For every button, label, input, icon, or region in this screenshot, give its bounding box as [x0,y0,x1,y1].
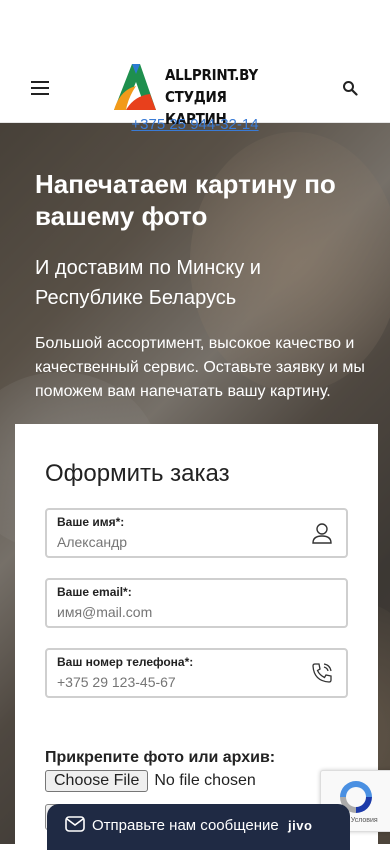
email-label: Ваше email*: [57,585,132,599]
logo-line-1: ALLPRINT.BY [165,66,258,84]
user-icon [312,523,332,544]
hero-description: Большой ассортимент, высокое качество и … [35,335,365,400]
name-label: Ваше имя*: [57,515,125,529]
hamburger-menu-icon[interactable] [31,81,49,95]
hero-subtitle: И доставим по Минску и Республике Белару… [35,257,261,309]
site-logo[interactable]: ALLPRINT.BY СТУДИЯ КАРТИН [110,60,270,128]
envelope-icon [65,816,85,832]
file-input[interactable]: Choose File No file chosen [45,770,256,792]
jivo-brand: jivo [288,818,313,833]
name-field[interactable]: Ваше имя*: [45,508,348,558]
jivo-chat-widget[interactable]: Отправьте нам сообщение jivo [47,804,350,850]
name-input[interactable] [57,532,297,552]
site-header: ALLPRINT.BY СТУДИЯ КАРТИН [0,0,390,128]
choose-file-button[interactable]: Choose File [45,770,149,792]
phone-link[interactable]: +375 25 944-32-14 [0,116,390,133]
search-icon[interactable] [342,80,358,96]
email-field[interactable]: Ваше email*: [45,578,348,628]
attach-label: Прикрепите фото или архив: [45,749,276,766]
chat-text: Отправьте нам сообщение [92,817,279,834]
phone-input[interactable] [57,672,297,692]
phone-label: Ваш номер телефона*: [57,655,194,669]
order-form-title: Оформить заказ [45,460,230,487]
hero-title: Напечатаем картину по вашему фото [35,169,336,231]
file-status: No file chosen [154,772,256,789]
phone-field[interactable]: Ваш номер телефона*: [45,648,348,698]
phone-icon [312,663,332,683]
logo-icon [114,64,156,110]
email-input[interactable] [57,602,297,622]
